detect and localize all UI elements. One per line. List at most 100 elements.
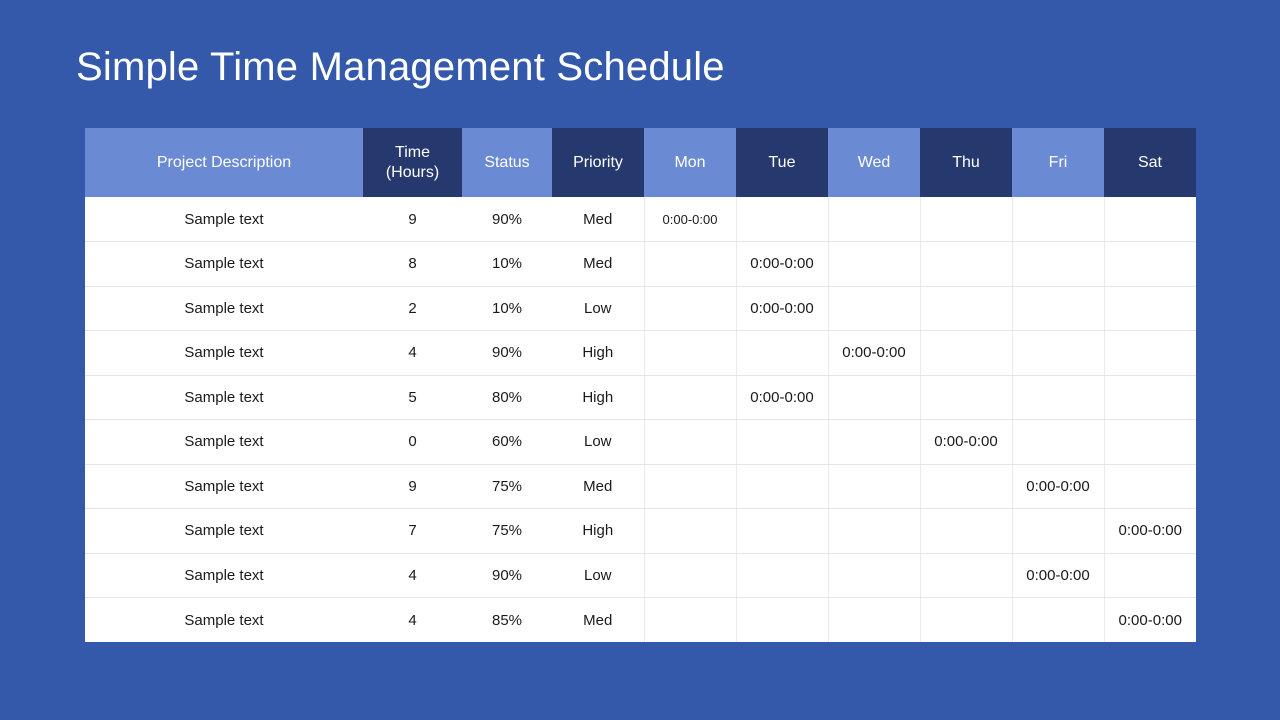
cell-tue-timeslot[interactable]	[735, 419, 828, 465]
cell-time-hours[interactable]: 9	[363, 464, 462, 509]
cell-wed-timeslot[interactable]	[827, 553, 920, 598]
cell-status[interactable]: 85%	[462, 597, 552, 642]
column-header-mon[interactable]: Mon	[644, 128, 736, 197]
cell-thu-timeslot[interactable]	[919, 508, 1012, 554]
cell-fri-timeslot[interactable]	[1011, 197, 1104, 242]
cell-wed-timeslot[interactable]	[827, 419, 920, 465]
cell-priority[interactable]: Med	[552, 464, 644, 509]
cell-sat-timeslot[interactable]	[1103, 553, 1196, 598]
cell-thu-timeslot[interactable]	[919, 197, 1012, 242]
cell-mon-timeslot[interactable]	[643, 508, 736, 554]
column-header-status[interactable]: Status	[462, 128, 552, 197]
cell-sat-timeslot[interactable]: 0:00-0:00	[1103, 508, 1196, 554]
cell-priority[interactable]: Med	[552, 197, 644, 242]
cell-time-hours[interactable]: 4	[363, 553, 462, 598]
cell-project-description[interactable]: Sample text	[85, 197, 363, 242]
table-row[interactable]: Sample text 4 85% Med 0:00-0:00	[85, 597, 1196, 642]
cell-priority[interactable]: High	[552, 330, 644, 376]
table-row[interactable]: Sample text 8 10% Med 0:00-0:00	[85, 241, 1196, 287]
cell-wed-timeslot[interactable]	[827, 508, 920, 554]
cell-project-description[interactable]: Sample text	[85, 375, 363, 420]
cell-status[interactable]: 75%	[462, 464, 552, 509]
cell-mon-timeslot[interactable]	[643, 330, 736, 376]
column-header-priority[interactable]: Priority	[552, 128, 644, 197]
cell-wed-timeslot[interactable]	[827, 197, 920, 242]
cell-status[interactable]: 75%	[462, 508, 552, 554]
cell-time-hours[interactable]: 4	[363, 330, 462, 376]
cell-status[interactable]: 90%	[462, 553, 552, 598]
cell-fri-timeslot[interactable]	[1011, 375, 1104, 420]
cell-thu-timeslot[interactable]	[919, 375, 1012, 420]
cell-priority[interactable]: Med	[552, 241, 644, 287]
cell-priority[interactable]: Med	[552, 597, 644, 642]
cell-fri-timeslot[interactable]: 0:00-0:00	[1011, 464, 1104, 509]
cell-sat-timeslot[interactable]: 0:00-0:00	[1103, 597, 1196, 642]
cell-project-description[interactable]: Sample text	[85, 553, 363, 598]
column-header-sat[interactable]: Sat	[1104, 128, 1196, 197]
cell-time-hours[interactable]: 4	[363, 597, 462, 642]
cell-mon-timeslot[interactable]	[643, 597, 736, 642]
cell-project-description[interactable]: Sample text	[85, 241, 363, 287]
cell-wed-timeslot[interactable]	[827, 286, 920, 331]
cell-fri-timeslot[interactable]	[1011, 597, 1104, 642]
cell-fri-timeslot[interactable]	[1011, 330, 1104, 376]
cell-priority[interactable]: Low	[552, 286, 644, 331]
cell-thu-timeslot[interactable]: 0:00-0:00	[919, 419, 1012, 465]
column-header-fri[interactable]: Fri	[1012, 128, 1104, 197]
cell-fri-timeslot[interactable]	[1011, 419, 1104, 465]
cell-sat-timeslot[interactable]	[1103, 241, 1196, 287]
cell-fri-timeslot[interactable]	[1011, 241, 1104, 287]
cell-status[interactable]: 90%	[462, 330, 552, 376]
cell-sat-timeslot[interactable]	[1103, 375, 1196, 420]
cell-thu-timeslot[interactable]	[919, 241, 1012, 287]
cell-mon-timeslot[interactable]	[643, 553, 736, 598]
cell-time-hours[interactable]: 8	[363, 241, 462, 287]
cell-priority[interactable]: High	[552, 375, 644, 420]
cell-wed-timeslot[interactable]	[827, 241, 920, 287]
cell-priority[interactable]: High	[552, 508, 644, 554]
cell-status[interactable]: 60%	[462, 419, 552, 465]
cell-thu-timeslot[interactable]	[919, 464, 1012, 509]
cell-tue-timeslot[interactable]: 0:00-0:00	[735, 241, 828, 287]
cell-tue-timeslot[interactable]	[735, 197, 828, 242]
cell-fri-timeslot[interactable]	[1011, 508, 1104, 554]
cell-project-description[interactable]: Sample text	[85, 286, 363, 331]
cell-status[interactable]: 90%	[462, 197, 552, 242]
cell-time-hours[interactable]: 5	[363, 375, 462, 420]
cell-tue-timeslot[interactable]	[735, 597, 828, 642]
cell-tue-timeslot[interactable]	[735, 553, 828, 598]
column-header-thu[interactable]: Thu	[920, 128, 1012, 197]
cell-project-description[interactable]: Sample text	[85, 464, 363, 509]
cell-status[interactable]: 10%	[462, 286, 552, 331]
cell-time-hours[interactable]: 7	[363, 508, 462, 554]
table-row[interactable]: Sample text 2 10% Low 0:00-0:00	[85, 286, 1196, 331]
cell-tue-timeslot[interactable]	[735, 508, 828, 554]
cell-mon-timeslot[interactable]	[643, 286, 736, 331]
cell-wed-timeslot[interactable]	[827, 597, 920, 642]
cell-priority[interactable]: Low	[552, 419, 644, 465]
cell-fri-timeslot[interactable]	[1011, 286, 1104, 331]
cell-time-hours[interactable]: 0	[363, 419, 462, 465]
table-row[interactable]: Sample text 4 90% Low 0:00-0:00	[85, 553, 1196, 598]
cell-thu-timeslot[interactable]	[919, 286, 1012, 331]
cell-mon-timeslot[interactable]	[643, 419, 736, 465]
cell-wed-timeslot[interactable]	[827, 464, 920, 509]
cell-project-description[interactable]: Sample text	[85, 597, 363, 642]
column-header-wed[interactable]: Wed	[828, 128, 920, 197]
cell-tue-timeslot[interactable]: 0:00-0:00	[735, 286, 828, 331]
table-row[interactable]: Sample text 7 75% High 0:00-0:00	[85, 508, 1196, 554]
cell-project-description[interactable]: Sample text	[85, 330, 363, 376]
cell-wed-timeslot[interactable]	[827, 375, 920, 420]
cell-thu-timeslot[interactable]	[919, 330, 1012, 376]
column-header-project-description[interactable]: Project Description	[85, 128, 363, 197]
cell-mon-timeslot[interactable]	[643, 375, 736, 420]
cell-sat-timeslot[interactable]	[1103, 197, 1196, 242]
table-row[interactable]: Sample text 5 80% High 0:00-0:00	[85, 375, 1196, 420]
cell-time-hours[interactable]: 9	[363, 197, 462, 242]
cell-status[interactable]: 10%	[462, 241, 552, 287]
column-header-tue[interactable]: Tue	[736, 128, 828, 197]
cell-sat-timeslot[interactable]	[1103, 286, 1196, 331]
cell-sat-timeslot[interactable]	[1103, 330, 1196, 376]
cell-wed-timeslot[interactable]: 0:00-0:00	[827, 330, 920, 376]
cell-project-description[interactable]: Sample text	[85, 419, 363, 465]
